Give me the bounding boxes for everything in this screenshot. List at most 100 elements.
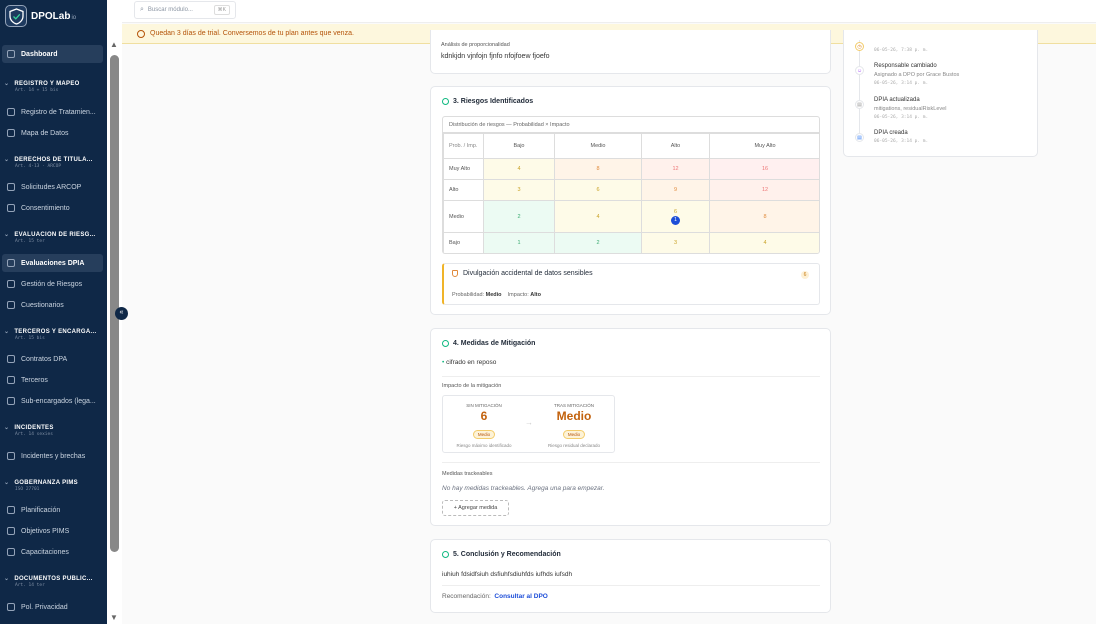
sidebar-item-registro-tratamiento[interactable]: Registro de Tratamien... (2, 103, 103, 121)
activity-timeline-card (843, 30, 1038, 157)
section-registro[interactable]: REGISTRO Y MAPEOArt. 14 + 15 bis (4, 80, 104, 93)
risk-matrix-caption: Distribución de riesgos — Probabilidad ×… (443, 117, 819, 133)
matrix-row-header: Medio (443, 200, 484, 233)
scroll-down-arrow-icon[interactable]: ▼ (110, 613, 118, 622)
recommendation-row: Recomendación: Consultar al DPO (442, 593, 548, 600)
document-icon (7, 603, 15, 611)
matrix-cell[interactable]: 4 (483, 158, 555, 180)
scroll-up-arrow-icon[interactable]: ▲ (110, 40, 118, 49)
matrix-cell[interactable]: 16 (709, 158, 819, 180)
sidebar: DPOLabio Dashboard REGISTRO Y MAPEOArt. … (0, 0, 107, 624)
timeline-title: DPIA actualizada (874, 97, 920, 103)
section-documentos[interactable]: DOCUMENTOS PÚBLIC...Art. 14 ter (4, 575, 104, 588)
sidebar-item-terceros[interactable]: Terceros (2, 371, 103, 389)
matrix-cell[interactable]: 12 (641, 158, 710, 180)
timeline-subtitle: Asignado a DPO por Grace Bustos (874, 72, 960, 78)
sidebar-item-mapa-datos[interactable]: Mapa de Datos (2, 124, 103, 142)
conclusion-text: iuhiuh fdsidfsiuh dsfiuhfsdiuhfds iufhds… (442, 571, 573, 578)
matrix-cell[interactable]: 2 (554, 232, 642, 253)
arrow-right-icon: → (525, 418, 533, 427)
search-icon: ⌕ (140, 6, 144, 13)
matrix-col-header: Medio (554, 133, 642, 159)
sidebar-item-objetivos-pims[interactable]: Objetivos PIMS (2, 522, 103, 540)
matrix-cell[interactable]: 8 (554, 158, 642, 180)
section-evaluacion[interactable]: EVALUACIÓN DE RIESG...Art. 15 ter (4, 231, 104, 244)
proportionality-card: Análisis de proporcionalidad kdnkjdn vjn… (430, 30, 831, 74)
sidebar-item-contratos-dpa[interactable]: Contratos DPA (2, 350, 103, 368)
risk-item[interactable]: Divulgación accidental de datos sensible… (442, 263, 820, 305)
mitigation-impact-label: Impacto de la mitigación (442, 383, 502, 389)
matrix-cell[interactable]: 1 (483, 232, 555, 253)
risk-matrix: Distribución de riesgos — Probabilidad ×… (442, 116, 820, 254)
collapse-sidebar-button[interactable]: « (115, 307, 128, 320)
section-gobernanza[interactable]: GOBERNANZA PIMSISO 27701 (4, 479, 104, 492)
risks-title: 3. Riesgos Identificados (442, 98, 533, 105)
timeline-date: 06-05-26, 3:14 p. m. (874, 139, 929, 144)
matrix-cell[interactable]: 6 (554, 179, 642, 201)
matrix-cell[interactable]: 4 (709, 232, 819, 253)
add-measure-button[interactable]: + Agregar medida (442, 500, 509, 516)
sidebar-item-consentimiento[interactable]: Consentimiento (2, 199, 103, 217)
sidebar-item-sub-encargados[interactable]: Sub-encargados (lega... (2, 392, 103, 410)
document-icon: ▤ (855, 100, 864, 109)
search-icon (7, 259, 15, 267)
check-circle-icon (442, 551, 449, 558)
graduation-cap-icon (7, 548, 15, 556)
matrix-col-header: Bajo (483, 133, 555, 159)
timeline-title: Responsable cambiado (874, 63, 937, 69)
matrix-cell[interactable]: 3 (483, 179, 555, 201)
risk-count-marker[interactable]: 1 (671, 215, 680, 225)
sidebar-item-pol-privacidad[interactable]: Pol. Privacidad (2, 598, 103, 616)
matrix-cell[interactable]: 4 (554, 200, 642, 233)
matrix-cell[interactable]: 2 (483, 200, 555, 233)
calendar-icon (7, 506, 15, 514)
check-circle-icon (442, 98, 449, 105)
matrix-cell[interactable]: 9 (641, 179, 710, 201)
timeline-subtitle: mitigations, residualRiskLevel (874, 106, 947, 112)
risk-item-name: Divulgación accidental de datos sensible… (463, 270, 593, 277)
sidebar-item-dashboard[interactable]: Dashboard (2, 45, 103, 63)
sidebar-item-planificacion[interactable]: Planificación (2, 501, 103, 519)
matrix-cell-active[interactable]: 6 1 (641, 200, 710, 233)
top-bar (122, 0, 1096, 23)
target-icon (7, 527, 15, 535)
matrix-cell[interactable]: 12 (709, 179, 819, 201)
check-circle-icon (7, 204, 15, 212)
check-circle-icon (442, 340, 449, 347)
timeline-date: 06-05-26, 3:14 p. m. (874, 81, 929, 86)
timeline-title: DPIA creada (874, 130, 908, 136)
matrix-col-header: Muy Alto (709, 133, 819, 159)
risk-matrix-table: Prob. / Imp. Bajo Medio Alto Muy Alto Mu… (443, 133, 819, 253)
target-icon (7, 280, 15, 288)
sidebar-item-evaluaciones-dpia[interactable]: Evaluaciones DPIA (2, 254, 103, 272)
timeline-date: 06-05-26, 7:38 p. m. (874, 48, 929, 53)
conclusion-title: 5. Conclusión y Recomendación (442, 551, 561, 558)
matrix-cell[interactable]: 3 (641, 232, 710, 253)
users-icon (7, 183, 15, 191)
mitigation-impact-box: SIN MITIGACIÓN 6 Medio Riesgo máximo ide… (442, 395, 615, 453)
clipboard-icon (7, 301, 15, 309)
matrix-corner-label: Prob. / Imp. (443, 133, 484, 159)
shield-logo-icon (5, 5, 27, 27)
risk-item-meta: Probabilidad: Medio Impacto: Alto (452, 292, 541, 298)
sidebar-item-solicitudes-arcop[interactable]: Solicitudes ARCOP (2, 178, 103, 196)
matrix-row-header: Muy Alto (443, 158, 484, 180)
sidebar-item-cuestionarios[interactable]: Cuestionarios (2, 296, 103, 314)
sidebar-item-gestion-riesgos[interactable]: Gestión de Riesgos (2, 275, 103, 293)
bullet-icon: • (442, 359, 445, 366)
map-icon (7, 129, 15, 137)
timeline-date: 06-05-26, 3:14 p. m. (874, 115, 929, 120)
section-derechos[interactable]: DERECHOS DE TITULA...Art. 4-13 · ARCOP (4, 156, 104, 169)
risk-score-badge: 6 (801, 271, 809, 279)
proportionality-label: Análisis de proporcionalidad (441, 42, 510, 48)
matrix-cell[interactable]: 8 (709, 200, 819, 233)
conclusion-card: 5. Conclusión y Recomendación iuhiuh fds… (430, 539, 831, 613)
sidebar-scrollbar[interactable] (110, 55, 119, 552)
sidebar-item-incidentes-brechas[interactable]: Incidentes y brechas (2, 447, 103, 465)
search-input[interactable]: ⌕ Buscar módulo... ⌘K (134, 1, 236, 19)
sidebar-item-capacitaciones[interactable]: Capacitaciones (2, 543, 103, 561)
risks-card: 3. Riesgos Identificados Distribución de… (430, 86, 831, 315)
section-terceros[interactable]: TERCEROS Y ENCARGA...Art. 15 bis (4, 328, 104, 341)
shield-warning-icon (452, 270, 458, 277)
section-incidentes[interactable]: INCIDENTESArt. 14 sexies (4, 424, 104, 437)
